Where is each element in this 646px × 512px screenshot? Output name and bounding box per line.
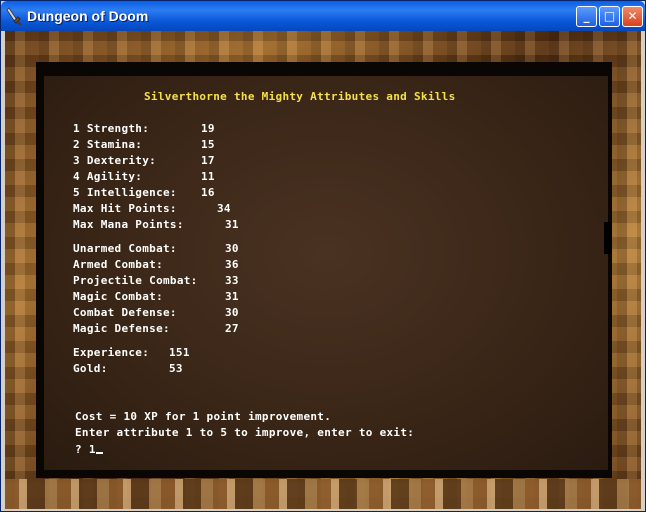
points-value: 34 [217,202,231,215]
game-window: Dungeon of Doom _ □ ✕ Silverthorne the M… [0,0,646,512]
attribute-value: 17 [201,154,215,167]
text-cursor [95,441,103,454]
window-title: Dungeon of Doom [27,8,149,24]
game-viewport: Silverthorne the Mighty Attributes and S… [5,31,641,509]
attribute-label: 1 Strength: [73,122,150,135]
screen-heading: Silverthorne the Mighty Attributes and S… [144,90,456,103]
attribute-label: 5 Intelligence: [73,186,177,199]
experience-label: Experience: [73,346,150,359]
attribute-label: 2 Stamina: [73,138,143,151]
attribute-value: 16 [201,186,215,199]
wood-border-decoration [5,479,641,509]
cost-message: Cost = 10 XP for 1 point improvement. [75,410,332,423]
prompt-symbol: ? [75,443,82,456]
title-bar[interactable]: Dungeon of Doom _ □ ✕ [1,1,645,31]
skill-value: 33 [225,274,239,287]
points-label: Max Hit Points: [73,202,177,215]
experience-value: 151 [169,346,190,359]
maximize-button[interactable]: □ [599,6,620,27]
gold-label: Gold: [73,362,108,375]
close-button[interactable]: ✕ [622,6,643,27]
attribute-label: 4 Agility: [73,170,143,183]
input-prompt[interactable]: ? 1 [75,441,103,458]
points-value: 31 [225,218,239,231]
skill-value: 30 [225,306,239,319]
prompt-input[interactable]: 1 [89,443,96,456]
attribute-value: 15 [201,138,215,151]
attribute-value: 11 [201,170,215,183]
skill-label: Armed Combat: [73,258,163,271]
skill-value: 31 [225,290,239,303]
skill-label: Projectile Combat: [73,274,198,287]
dagger-icon [6,7,22,25]
skill-label: Unarmed Combat: [73,242,177,255]
skill-value: 30 [225,242,239,255]
minimize-button[interactable]: _ [576,6,597,27]
gold-value: 53 [169,362,183,375]
skill-value: 27 [225,322,239,335]
skill-label: Magic Defense: [73,322,170,335]
panel-notch [604,222,612,254]
instruction-message: Enter attribute 1 to 5 to improve, enter… [75,426,415,439]
attribute-value: 19 [201,122,215,135]
points-label: Max Mana Points: [73,218,184,231]
skill-value: 36 [225,258,239,271]
skill-label: Combat Defense: [73,306,177,319]
skill-label: Magic Combat: [73,290,163,303]
attribute-label: 3 Dexterity: [73,154,157,167]
